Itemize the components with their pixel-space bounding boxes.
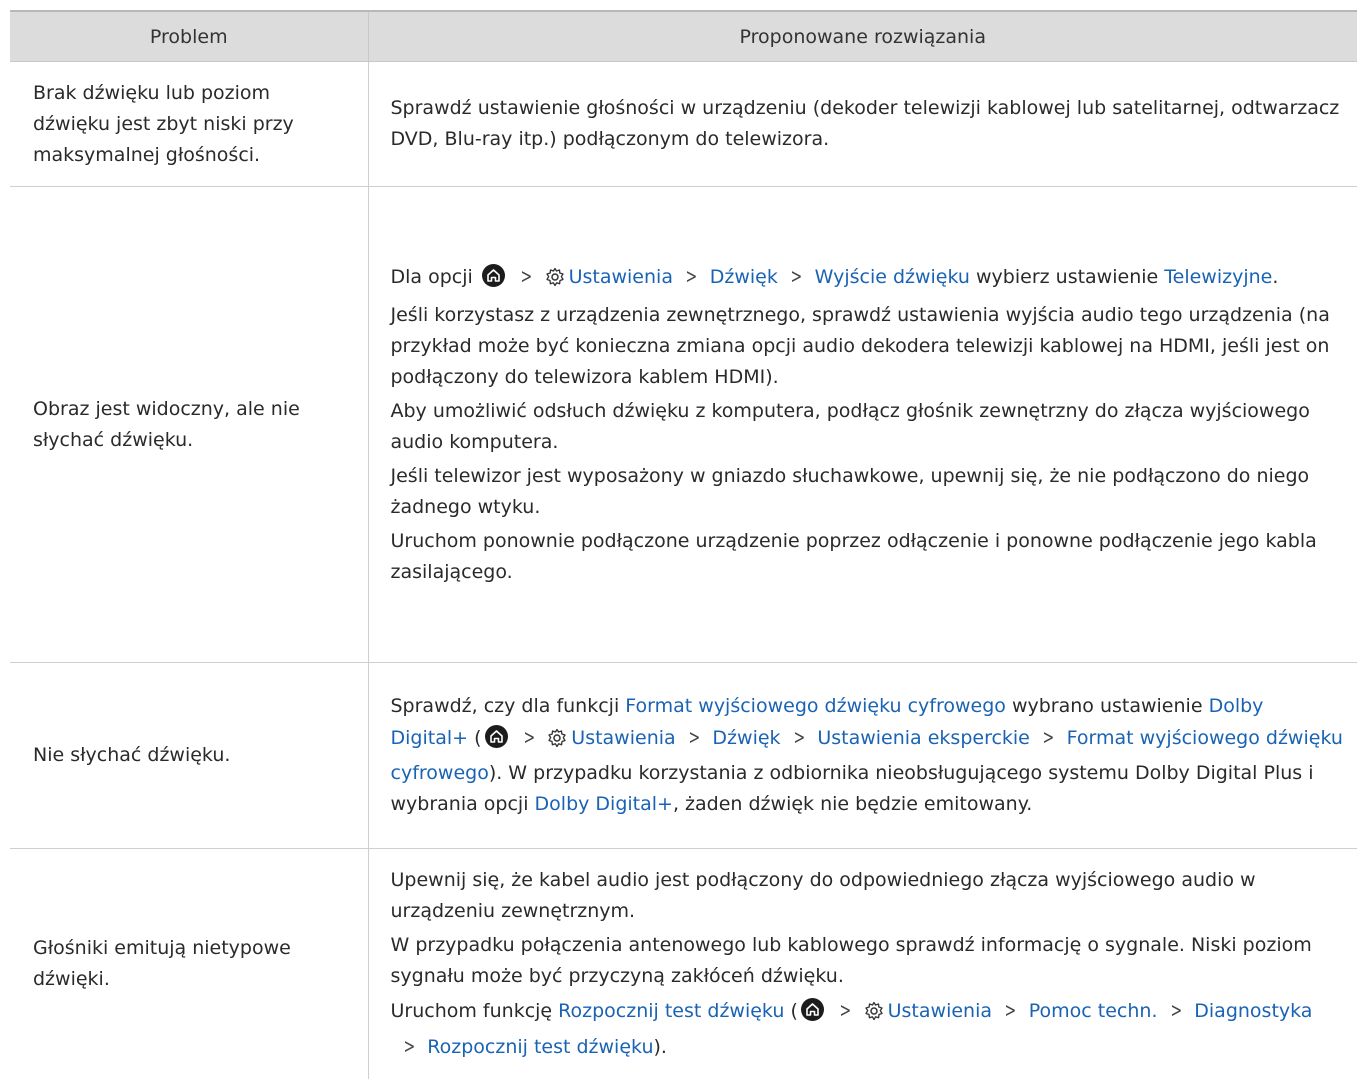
menu-path-paragraph: Dla opcji > Ustawienia > Dźwięk > Wyjście dźw…	[391, 261, 1346, 297]
header-solution: Proponowane rozwiązania	[368, 10, 1357, 62]
link-diagnostics[interactable]: Diagnostyka	[1194, 1000, 1312, 1022]
link-tv-speaker[interactable]: Telewizyjne	[1164, 266, 1272, 288]
solution-cell: Sprawdź, czy dla funkcji Format wyjściow…	[368, 662, 1357, 849]
link-expert-settings[interactable]: Ustawienia eksperckie	[817, 727, 1030, 749]
problem-cell: Obraz jest widoczny, ale nie słychać dźw…	[10, 186, 369, 663]
solution-cell: Dla opcji > Ustawienia > Dźwięk > Wyjście dźw…	[368, 186, 1357, 663]
solution-text: Jeśli telewizor jest wyposażony w gniazd…	[390, 465, 1310, 518]
text: (	[790, 999, 798, 1022]
chevron-right-icon: >	[1004, 997, 1017, 1022]
chevron-right-icon: >	[403, 1033, 415, 1058]
text: ).	[653, 1035, 667, 1058]
chevron-right-icon: >	[685, 264, 698, 288]
table-header-row: Problem Proponowane rozwiązania	[10, 10, 1357, 62]
solution-text: Jeśli korzystasz z urządzenia zewnętrzne…	[390, 304, 1330, 388]
text: .	[1272, 266, 1279, 288]
chevron-right-icon: >	[523, 725, 535, 749]
chevron-right-icon: >	[790, 264, 803, 288]
chevron-right-icon: >	[1042, 725, 1055, 749]
text: wybierz ustawienie	[976, 266, 1159, 288]
link-dolby-digital-plus[interactable]: Dolby Digital+	[535, 793, 673, 815]
gear-icon	[547, 727, 567, 758]
solution-text: Aby umożliwić odsłuch dźwięku z komputer…	[390, 400, 1310, 453]
solution-text: W przypadku połączenia antenowego lub ka…	[390, 933, 1312, 987]
text: wybrano ustawienie	[1011, 695, 1203, 717]
solution-text: Upewnij się, że kabel audio jest podłącz…	[390, 868, 1256, 922]
link-settings[interactable]: Ustawienia	[571, 727, 675, 749]
home-icon	[484, 725, 508, 748]
gear-icon	[545, 266, 565, 297]
text: Sprawdź, czy dla funkcji	[390, 695, 620, 717]
link-sound[interactable]: Dźwięk	[710, 266, 778, 288]
problem-cell: Brak dźwięku lub poziom dźwięku jest zby…	[10, 61, 369, 187]
table-row: Obraz jest widoczny, ale nie słychać dźw…	[10, 186, 1357, 663]
link-support[interactable]: Pomoc techn.	[1029, 1000, 1158, 1022]
link-sound[interactable]: Dźwięk	[712, 727, 780, 749]
text: (	[474, 727, 482, 749]
chevron-right-icon: >	[688, 725, 700, 749]
text: , żaden dźwięk nie będzie emitowany.	[672, 793, 1033, 815]
text: Uruchom funkcję	[390, 999, 553, 1022]
link-sound-test[interactable]: Rozpocznij test dźwięku	[427, 1036, 653, 1058]
table-row: Głośniki emitują nietypowe dźwięki. Upew…	[10, 848, 1357, 1079]
solution-cell: Sprawdź ustawienie głośności w urządzeni…	[368, 61, 1357, 187]
solution-text: Sprawdź ustawienie głośności w urządzeni…	[390, 97, 1340, 150]
chevron-right-icon: >	[1170, 997, 1182, 1022]
home-icon	[800, 997, 824, 1021]
link-sound-output[interactable]: Wyjście dźwięku	[815, 266, 970, 288]
problem-cell: Nie słychać dźwięku.	[10, 662, 369, 849]
link-settings[interactable]: Ustawienia	[888, 1000, 992, 1022]
table-row: Brak dźwięku lub poziom dźwięku jest zby…	[10, 61, 1357, 187]
chevron-right-icon: >	[839, 997, 852, 1022]
gear-icon	[864, 1000, 884, 1031]
link-sound-test[interactable]: Rozpocznij test dźwięku	[558, 1000, 784, 1022]
text: Dla opcji	[390, 266, 473, 288]
solution-cell: Upewnij się, że kabel audio jest podłącz…	[368, 849, 1357, 1079]
solution-text: Uruchom ponownie podłączone urządzenie p…	[390, 530, 1317, 583]
chevron-right-icon: >	[520, 264, 533, 288]
table-row: Nie słychać dźwięku. Sprawdź, czy dla fu…	[10, 662, 1357, 849]
link-settings[interactable]: Ustawienia	[569, 266, 673, 288]
problem-cell: Głośniki emitują nietypowe dźwięki.	[10, 848, 369, 1079]
link-digital-output-format[interactable]: Format wyjściowego dźwięku cyfrowego	[625, 695, 1006, 717]
home-icon	[481, 264, 505, 287]
troubleshooting-table: Problem Proponowane rozwiązania Brak dźw…	[10, 10, 1357, 1079]
solution-text: Sprawdź, czy dla funkcji Format wyjściow…	[391, 691, 1346, 820]
header-problem: Problem	[10, 10, 369, 62]
solution-text: Uruchom funkcję Rozpocznij test dźwięku …	[391, 995, 1346, 1063]
chevron-right-icon: >	[793, 725, 805, 749]
